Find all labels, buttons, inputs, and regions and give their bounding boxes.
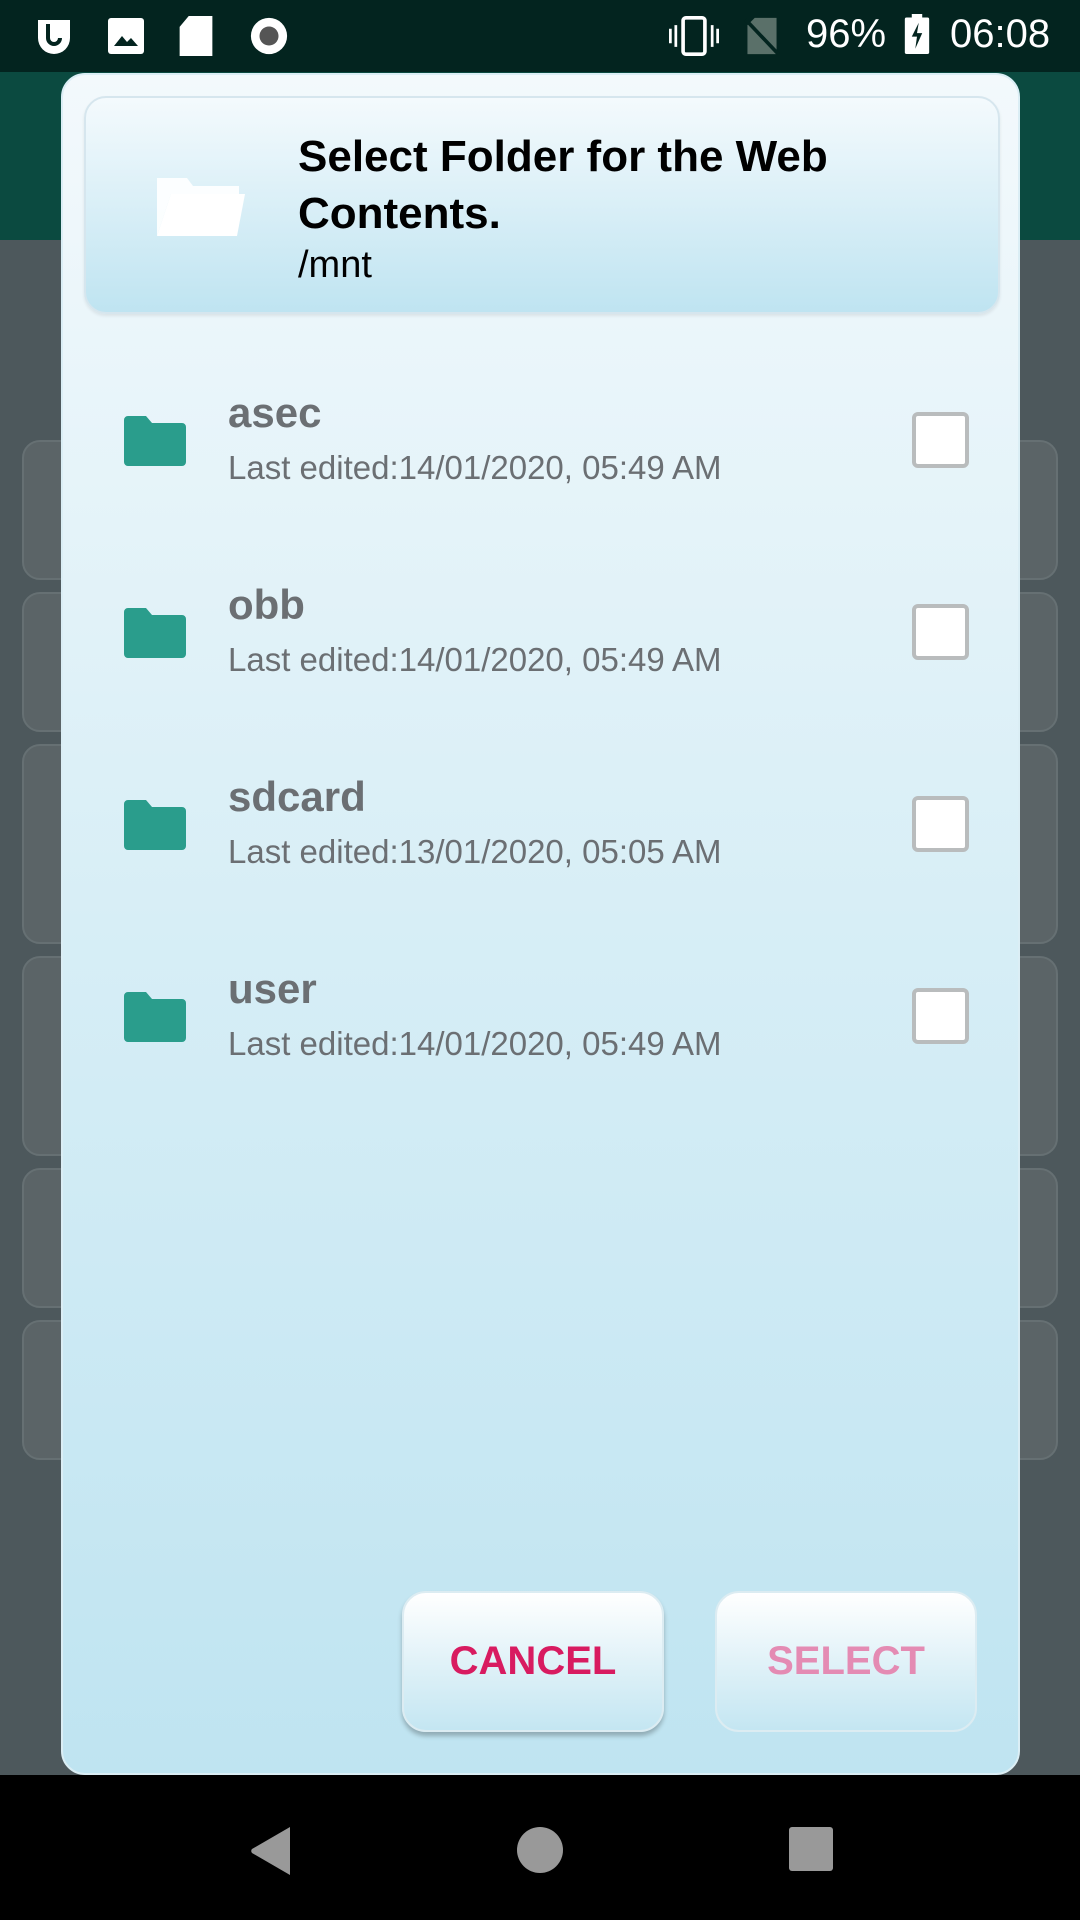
- back-icon[interactable]: [250, 1827, 294, 1875]
- folder-checkbox[interactable]: [912, 988, 969, 1044]
- home-icon[interactable]: [516, 1826, 564, 1874]
- folder-icon: [124, 992, 186, 1042]
- folder-row[interactable]: obb Last edited:14/01/2020, 05:49 AM: [63, 539, 1022, 731]
- battery-charging-icon: [904, 14, 930, 54]
- folder-row[interactable]: asec Last edited:14/01/2020, 05:49 AM: [63, 347, 1022, 539]
- folder-last-edited: Last edited:13/01/2020, 05:05 AM: [228, 833, 722, 870]
- dialog-title: Select Folder for the Web Contents.: [298, 132, 828, 238]
- sd-card-icon: [179, 16, 213, 56]
- vibrate-icon: [669, 16, 719, 56]
- folder-row[interactable]: user Last edited:14/01/2020, 05:49 AM: [63, 923, 1022, 1115]
- folder-icon: [124, 416, 186, 466]
- battery-percent: 96%: [806, 12, 887, 56]
- folder-last-edited: Last edited:14/01/2020, 05:49 AM: [228, 1025, 722, 1062]
- folder-checkbox[interactable]: [912, 796, 969, 852]
- select-button[interactable]: SELECT: [715, 1591, 977, 1732]
- folder-icon: [124, 608, 186, 658]
- no-sim-icon: [744, 17, 780, 56]
- clock: 06:08: [950, 12, 1051, 56]
- image-icon: [108, 18, 144, 54]
- cancel-button[interactable]: CANCEL: [402, 1591, 664, 1732]
- folder-name: sdcard: [228, 773, 366, 820]
- recents-icon[interactable]: [789, 1827, 833, 1871]
- status-bar: 96% 06:08: [0, 0, 1080, 72]
- navigation-bar: [0, 1775, 1080, 1920]
- folder-row[interactable]: sdcard Last edited:13/01/2020, 05:05 AM: [63, 731, 1022, 923]
- folder-picker-dialog: Select Folder for the Web Contents. /mnt…: [61, 73, 1020, 1775]
- folder-name: user: [228, 965, 317, 1012]
- folder-last-edited: Last edited:14/01/2020, 05:49 AM: [228, 641, 722, 678]
- record-icon: [250, 17, 288, 55]
- folder-icon: [124, 800, 186, 850]
- folder-open-icon: [157, 178, 245, 236]
- folder-name: asec: [228, 389, 322, 436]
- folder-checkbox[interactable]: [912, 412, 969, 468]
- folder-name: obb: [228, 581, 305, 628]
- dialog-header: Select Folder for the Web Contents. /mnt: [84, 96, 1000, 314]
- current-path: /mnt: [298, 244, 372, 286]
- app-notification-icon: [38, 20, 70, 54]
- folder-last-edited: Last edited:14/01/2020, 05:49 AM: [228, 449, 722, 486]
- folder-checkbox[interactable]: [912, 604, 969, 660]
